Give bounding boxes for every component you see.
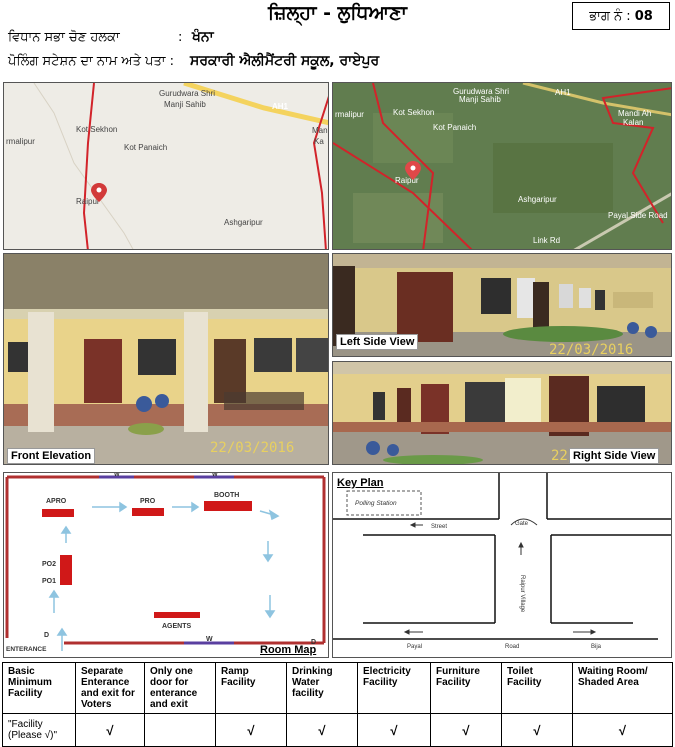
facility-tick-cell[interactable]: √	[430, 713, 502, 747]
facility-header: Basic Minimum Facility	[2, 662, 76, 714]
po2-label: PO2	[42, 561, 56, 568]
entrance-label: ENTERANCE	[6, 646, 47, 653]
front-photo-svg	[4, 254, 328, 464]
facility-header: Ramp Facility	[215, 662, 287, 714]
facility-header: Separate Enterance and exit for Voters	[75, 662, 145, 714]
station-label: ਪੋਲਿੰਗ ਸਟੇਸ਼ਨ ਦਾ ਨਾਮ ਅਤੇ ਪਤਾ :	[8, 54, 174, 69]
right-side-photo[interactable]: 22/03/2016 Right Side View	[332, 361, 672, 465]
facility-tick-cell[interactable]: √	[501, 713, 573, 747]
booth	[204, 501, 252, 511]
direction-arrows	[403, 522, 597, 635]
facility-header: Drinking Water facility	[286, 662, 358, 714]
agents-label: AGENTS	[162, 623, 192, 630]
front-elevation-photo[interactable]: 22/03/2016 Front Elevation	[3, 253, 329, 465]
right-side-caption: Right Side View	[569, 448, 660, 464]
village-label: Raipur Village	[519, 575, 525, 613]
station-value: ਸਰਕਾਰੀ ਐਲੀਮੈਂਟਰੀ ਸਕੂਲ, ਰਾਏਪੁਰ	[190, 53, 380, 69]
apro-label: APRO	[46, 498, 67, 505]
map-place: Mandi Ah	[618, 109, 651, 118]
satellite-map[interactable]: Gurudwara Shri Manji Sahib Kot Sekhon Ko…	[332, 82, 672, 250]
constituency-label: ਵਿਧਾਨ ਸਭਾ ਚੋਣ ਹਲਕਾ	[8, 30, 120, 45]
room-map-title: Room Map	[260, 644, 317, 656]
facility-tick-cell[interactable]: √	[75, 713, 145, 747]
front-elevation-caption: Front Elevation	[7, 448, 96, 464]
map-place: Kalan	[623, 118, 643, 127]
facility-header: Only one door for enterance and exit	[144, 662, 216, 714]
apro-table	[42, 509, 74, 517]
door-label: D	[44, 632, 49, 639]
facility-header: Toilet Facility	[501, 662, 573, 714]
left-side-caption: Left Side View	[336, 334, 419, 350]
map-place: Kot Panaich	[124, 143, 167, 152]
window-label: W	[212, 473, 218, 478]
map-place: Man	[312, 126, 328, 135]
booth-label: BOOTH	[214, 492, 239, 499]
key-plan-svg: Polling Station Gate Street Raipur Villa…	[333, 473, 671, 650]
road-map[interactable]: Gurudwara Shri Manji Sahib Kot Sekhon Ko…	[3, 82, 329, 250]
facility-tick-cell[interactable]: √	[215, 713, 287, 747]
window-label: W	[114, 473, 120, 478]
facility-header: Waiting Room/ Shaded Area	[572, 662, 673, 714]
map-place: Ka	[314, 137, 324, 146]
facilities-tick-row: "Facility (Please √)" √ √ √ √ √ √ √	[2, 713, 673, 747]
constituency-colon: :	[178, 30, 183, 45]
gate-label: Gate	[515, 521, 529, 527]
photo-date: 22/03/2016	[210, 440, 295, 456]
pro-table	[132, 508, 164, 516]
map-place: Kot Sekhon	[393, 108, 434, 117]
map-place: Link Rd	[533, 236, 560, 245]
room-map-svg: APRO PRO BOOTH PO2 PO1 AGENTS ENTERANCE …	[5, 473, 326, 653]
street-label: Street	[431, 524, 447, 530]
facility-tick-cell[interactable]: √	[572, 713, 673, 747]
facilities-table: Basic Minimum Facility Separate Enteranc…	[2, 662, 673, 747]
polling-station-label: Polling Station	[355, 500, 397, 507]
road-line	[33, 83, 134, 249]
map-place: Kot Panaich	[433, 123, 476, 132]
boundary-line	[82, 83, 95, 249]
map-place: AH1	[272, 102, 289, 111]
room-map[interactable]: APRO PRO BOOTH PO2 PO1 AGENTS ENTERANCE …	[3, 472, 329, 658]
map-place: Gurudwara Shri	[159, 89, 215, 98]
satellite-map-svg: Gurudwara Shri Manji Sahib Kot Sekhon Ko…	[333, 83, 671, 249]
facility-tick-cell[interactable]: √	[286, 713, 358, 747]
facility-header: Furniture Facility	[430, 662, 502, 714]
bija-label: Bija	[591, 644, 602, 650]
map-place: Kot Sekhon	[76, 125, 117, 134]
payal-label: Payal	[407, 644, 422, 650]
part-label: ਭਾਗ ਨੰ :	[589, 8, 631, 24]
map-place: rmalipur	[6, 137, 35, 146]
facility-header: Electricity Facility	[357, 662, 431, 714]
key-plan[interactable]: Key Plan Polling Station Gate Street Rai…	[332, 472, 672, 658]
map-place: Manji Sahib	[164, 100, 206, 109]
boundary-line-2	[312, 95, 328, 249]
part-number-box: ਭਾਗ ਨੰ : 08	[572, 2, 670, 30]
facility-tick-cell[interactable]: √	[357, 713, 431, 747]
pro-label: PRO	[140, 498, 156, 505]
agents-bench	[154, 612, 200, 618]
roads	[333, 473, 671, 640]
window-label: W	[206, 636, 213, 643]
map-place: rmalipur	[335, 110, 364, 119]
map-place: Manji Sahib	[459, 95, 501, 104]
map-place: Ashgaripur	[224, 218, 263, 227]
part-number: 08	[634, 8, 653, 24]
left-side-photo[interactable]: 22/03/2016 Left Side View	[332, 253, 672, 357]
po1-label: PO1	[42, 578, 56, 585]
photo-date: 22/03/2016	[549, 342, 634, 357]
po-table	[60, 555, 72, 585]
road-label: Road	[505, 644, 519, 650]
facility-tick-cell[interactable]	[144, 713, 216, 747]
map-place: Ashgaripur	[518, 195, 557, 204]
map-place: AH1	[555, 88, 571, 97]
facility-row-label: "Facility (Please √)"	[2, 713, 76, 747]
constituency-value: ਖੰਨਾ	[192, 29, 214, 45]
facilities-header-row: Basic Minimum Facility Separate Enteranc…	[2, 662, 673, 714]
map-place: Payal Side Road	[608, 211, 668, 220]
road-map-svg: Gurudwara Shri Manji Sahib Kot Sekhon Ko…	[6, 83, 328, 249]
